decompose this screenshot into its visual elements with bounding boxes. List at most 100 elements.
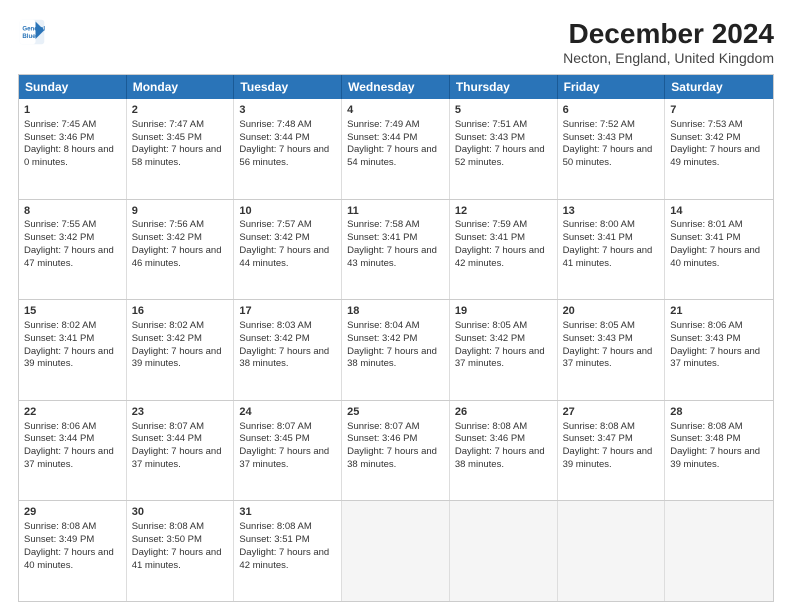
sunset-text: Sunset: 3:42 PM [239,333,336,346]
calendar-cell: 8Sunrise: 7:55 AMSunset: 3:42 PMDaylight… [19,200,127,300]
sunrise-text: Sunrise: 7:58 AM [347,219,444,232]
day-number: 12 [455,204,552,219]
day-number: 16 [132,304,229,319]
sunset-text: Sunset: 3:43 PM [455,132,552,145]
day-number: 21 [670,304,768,319]
sunrise-text: Sunrise: 8:05 AM [563,320,660,333]
calendar-cell: 19Sunrise: 8:05 AMSunset: 3:42 PMDayligh… [450,300,558,400]
calendar-cell-empty [450,501,558,601]
calendar-header-cell: Saturday [665,75,773,99]
sunrise-text: Sunrise: 8:08 AM [132,521,229,534]
sunset-text: Sunset: 3:41 PM [670,232,768,245]
calendar-cell: 24Sunrise: 8:07 AMSunset: 3:45 PMDayligh… [234,401,342,501]
sunrise-text: Sunrise: 7:53 AM [670,119,768,132]
sunset-text: Sunset: 3:48 PM [670,433,768,446]
sunset-text: Sunset: 3:41 PM [455,232,552,245]
svg-text:General: General [22,25,45,32]
daylight-text: Daylight: 7 hours and 39 minutes. [132,346,229,372]
calendar-cell: 16Sunrise: 8:02 AMSunset: 3:42 PMDayligh… [127,300,235,400]
calendar-cell: 12Sunrise: 7:59 AMSunset: 3:41 PMDayligh… [450,200,558,300]
day-number: 5 [455,103,552,118]
daylight-text: Daylight: 7 hours and 42 minutes. [455,245,552,271]
day-number: 20 [563,304,660,319]
title-block: December 2024 Necton, England, United Ki… [563,18,774,66]
daylight-text: Daylight: 7 hours and 49 minutes. [670,144,768,170]
sunrise-text: Sunrise: 7:48 AM [239,119,336,132]
day-number: 31 [239,505,336,520]
calendar-cell-empty [342,501,450,601]
calendar-cell-empty [665,501,773,601]
sunrise-text: Sunrise: 7:55 AM [24,219,121,232]
calendar-week: 22Sunrise: 8:06 AMSunset: 3:44 PMDayligh… [19,401,773,502]
svg-text:Blue: Blue [22,33,36,40]
daylight-text: Daylight: 7 hours and 43 minutes. [347,245,444,271]
day-number: 6 [563,103,660,118]
calendar-cell: 27Sunrise: 8:08 AMSunset: 3:47 PMDayligh… [558,401,666,501]
sunset-text: Sunset: 3:42 PM [239,232,336,245]
daylight-text: Daylight: 7 hours and 39 minutes. [670,446,768,472]
calendar-body: 1Sunrise: 7:45 AM Sunset: 3:46 PM Daylight… [19,99,773,601]
sunset-text: Sunset: 3:51 PM [239,534,336,547]
logo-icon: General Blue [18,18,46,46]
daylight-text: Daylight: 7 hours and 40 minutes. [24,547,121,573]
calendar-cell: 25Sunrise: 8:07 AMSunset: 3:46 PMDayligh… [342,401,450,501]
daylight-text: Daylight: 7 hours and 38 minutes. [347,446,444,472]
day-number: 19 [455,304,552,319]
day-number: 22 [24,405,121,420]
day-number: 29 [24,505,121,520]
sunset-text: Sunset: 3:44 PM [239,132,336,145]
calendar-header-cell: Thursday [450,75,558,99]
day-number: 26 [455,405,552,420]
calendar-cell: 17Sunrise: 8:03 AMSunset: 3:42 PMDayligh… [234,300,342,400]
sunset-text: Sunset: 3:44 PM [132,433,229,446]
sunrise-text: Sunrise: 7:45 AM [24,119,121,132]
calendar-cell: 22Sunrise: 8:06 AMSunset: 3:44 PMDayligh… [19,401,127,501]
calendar-cell: 23Sunrise: 8:07 AMSunset: 3:44 PMDayligh… [127,401,235,501]
calendar-header: SundayMondayTuesdayWednesdayThursdayFrid… [19,75,773,99]
calendar-cell: 20Sunrise: 8:05 AMSunset: 3:43 PMDayligh… [558,300,666,400]
daylight-text: Daylight: 7 hours and 47 minutes. [24,245,121,271]
calendar-cell: 18Sunrise: 8:04 AMSunset: 3:42 PMDayligh… [342,300,450,400]
calendar-header-cell: Monday [127,75,235,99]
day-number: 2 [132,103,229,118]
calendar-header-cell: Wednesday [342,75,450,99]
calendar-cell: 6Sunrise: 7:52 AMSunset: 3:43 PMDaylight… [558,99,666,199]
sunset-text: Sunset: 3:41 PM [24,333,121,346]
sunrise-text: Sunrise: 7:56 AM [132,219,229,232]
sunrise-text: Sunrise: 8:02 AM [132,320,229,333]
day-number: 23 [132,405,229,420]
daylight-text: Daylight: 7 hours and 37 minutes. [132,446,229,472]
sunset-text: Sunset: 3:43 PM [563,333,660,346]
sunrise-text: Sunrise: 8:01 AM [670,219,768,232]
calendar-header-cell: Friday [558,75,666,99]
sunrise-text: Sunrise: 7:59 AM [455,219,552,232]
calendar-cell: 31Sunrise: 8:08 AMSunset: 3:51 PMDayligh… [234,501,342,601]
sunrise-text: Sunrise: 8:04 AM [347,320,444,333]
logo: General Blue [18,18,46,46]
daylight-text: Daylight: 7 hours and 37 minutes. [24,446,121,472]
sunrise-text: Sunrise: 8:08 AM [24,521,121,534]
sunrise-text: Sunrise: 8:02 AM [24,320,121,333]
calendar-cell: 10Sunrise: 7:57 AMSunset: 3:42 PMDayligh… [234,200,342,300]
sunset-text: Sunset: 3:46 PM [455,433,552,446]
calendar-cell-empty [558,501,666,601]
sunset-text: Sunset: 3:42 PM [670,132,768,145]
sunrise-text: Sunrise: 7:51 AM [455,119,552,132]
calendar-week: 15Sunrise: 8:02 AMSunset: 3:41 PMDayligh… [19,300,773,401]
sunset-text: Sunset: 3:43 PM [563,132,660,145]
subtitle: Necton, England, United Kingdom [563,50,774,66]
sunrise-text: Sunrise: 8:08 AM [239,521,336,534]
calendar-cell: 7Sunrise: 7:53 AMSunset: 3:42 PMDaylight… [665,99,773,199]
calendar-header-cell: Tuesday [234,75,342,99]
sunrise-text: Sunrise: 7:52 AM [563,119,660,132]
calendar-cell: 5Sunrise: 7:51 AMSunset: 3:43 PMDaylight… [450,99,558,199]
daylight-text: Daylight: 8 hours and 0 minutes. [24,144,121,170]
calendar-header-cell: Sunday [19,75,127,99]
daylight-text: Daylight: 7 hours and 39 minutes. [24,346,121,372]
daylight-text: Daylight: 7 hours and 40 minutes. [670,245,768,271]
day-number: 4 [347,103,444,118]
day-number: 27 [563,405,660,420]
day-number: 1 [24,103,121,118]
calendar: SundayMondayTuesdayWednesdayThursdayFrid… [18,74,774,602]
calendar-cell: 1Sunrise: 7:45 AMSunset: 3:46 PMDaylight… [19,99,127,199]
